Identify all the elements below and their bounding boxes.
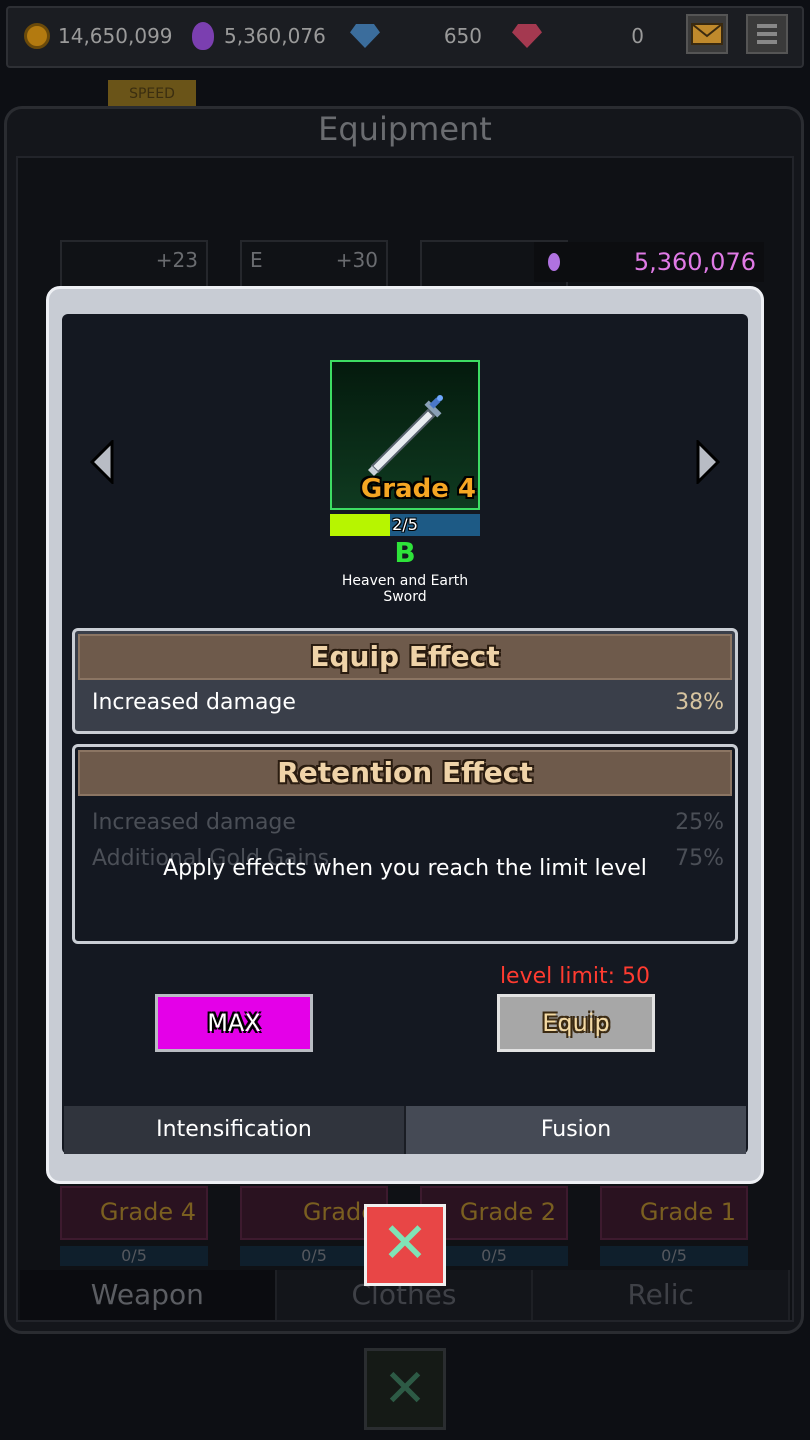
ruby-value: 0 (631, 24, 644, 48)
potion-total: 5,360,076 (534, 242, 764, 282)
equipment-slot: E +30 (240, 240, 388, 288)
level-limit: level limit: 50 (499, 964, 651, 989)
slot-level: +23 (155, 248, 198, 272)
potion-icon (192, 22, 214, 50)
speed-badge: SPEED (108, 80, 196, 108)
ruby-icon (512, 24, 542, 48)
effect-label: Increased damage (92, 810, 296, 835)
tab-fusion[interactable]: Fusion (406, 1106, 746, 1154)
retention-effect-title: Retention Effect (78, 750, 732, 796)
ruby-counter: 0 (512, 14, 644, 58)
upgrade-progress-text: 2/5 (392, 515, 418, 534)
effect-value: 38% (675, 690, 724, 715)
card-progress: 0/5 (600, 1246, 748, 1266)
equipment-title: Equipment (318, 110, 492, 148)
gold-coin-icon (24, 23, 50, 49)
equip-effect-row: Increased damage 38% (92, 690, 724, 715)
potion-total-value: 5,360,076 (633, 248, 756, 276)
item-name: Heaven and Earth Sword (320, 573, 490, 605)
effect-value: 25% (675, 810, 724, 835)
item-name-line: Heaven and Earth (341, 573, 469, 589)
item-rank: B (394, 536, 416, 569)
effect-label: Increased damage (92, 690, 296, 715)
mail-icon (691, 23, 723, 45)
item-grade: Grade 4 (360, 474, 476, 504)
prev-item-arrow-icon[interactable] (88, 440, 116, 484)
gold-counter: 14,650,099 (24, 14, 173, 58)
slot-badge: E (250, 248, 263, 272)
equip-button[interactable]: Equip (497, 994, 655, 1052)
equip-effect-title: Equip Effect (78, 634, 732, 680)
weapon-card: Grade 4 (60, 1186, 208, 1240)
diamond-icon (350, 24, 380, 48)
potion-counter: 5,360,076 (192, 14, 326, 58)
slot-level: +30 (335, 248, 378, 272)
max-button[interactable]: MAX (155, 994, 313, 1052)
gold-value: 14,650,099 (58, 24, 173, 48)
card-progress: 0/5 (60, 1246, 208, 1266)
dialog-tabs: Intensification Fusion (64, 1106, 746, 1154)
tab-intensification[interactable]: Intensification (64, 1106, 406, 1154)
next-item-arrow-icon[interactable] (694, 440, 722, 484)
diamond-counter: 650 (350, 14, 482, 58)
weapon-card: Grade 1 (600, 1186, 748, 1240)
background-close-button: ✕ (364, 1348, 446, 1430)
menu-button[interactable] (746, 14, 788, 54)
tab-weapon: Weapon (20, 1270, 277, 1320)
equipment-slot: +23 (60, 240, 208, 288)
menu-icon (757, 24, 777, 44)
item-name-line: Sword (383, 589, 427, 605)
tab-relic: Relic (533, 1270, 791, 1320)
potion-value: 5,360,076 (224, 24, 326, 48)
mail-button[interactable] (686, 14, 728, 54)
retention-effect-row: Increased damage 25% (92, 810, 724, 835)
close-button[interactable]: ✕ (364, 1204, 446, 1286)
potion-icon (547, 253, 560, 271)
diamond-value: 650 (443, 24, 482, 48)
close-icon: ✕ (381, 1211, 429, 1276)
retention-locked-message: Apply effects when you reach the limit l… (163, 856, 647, 881)
